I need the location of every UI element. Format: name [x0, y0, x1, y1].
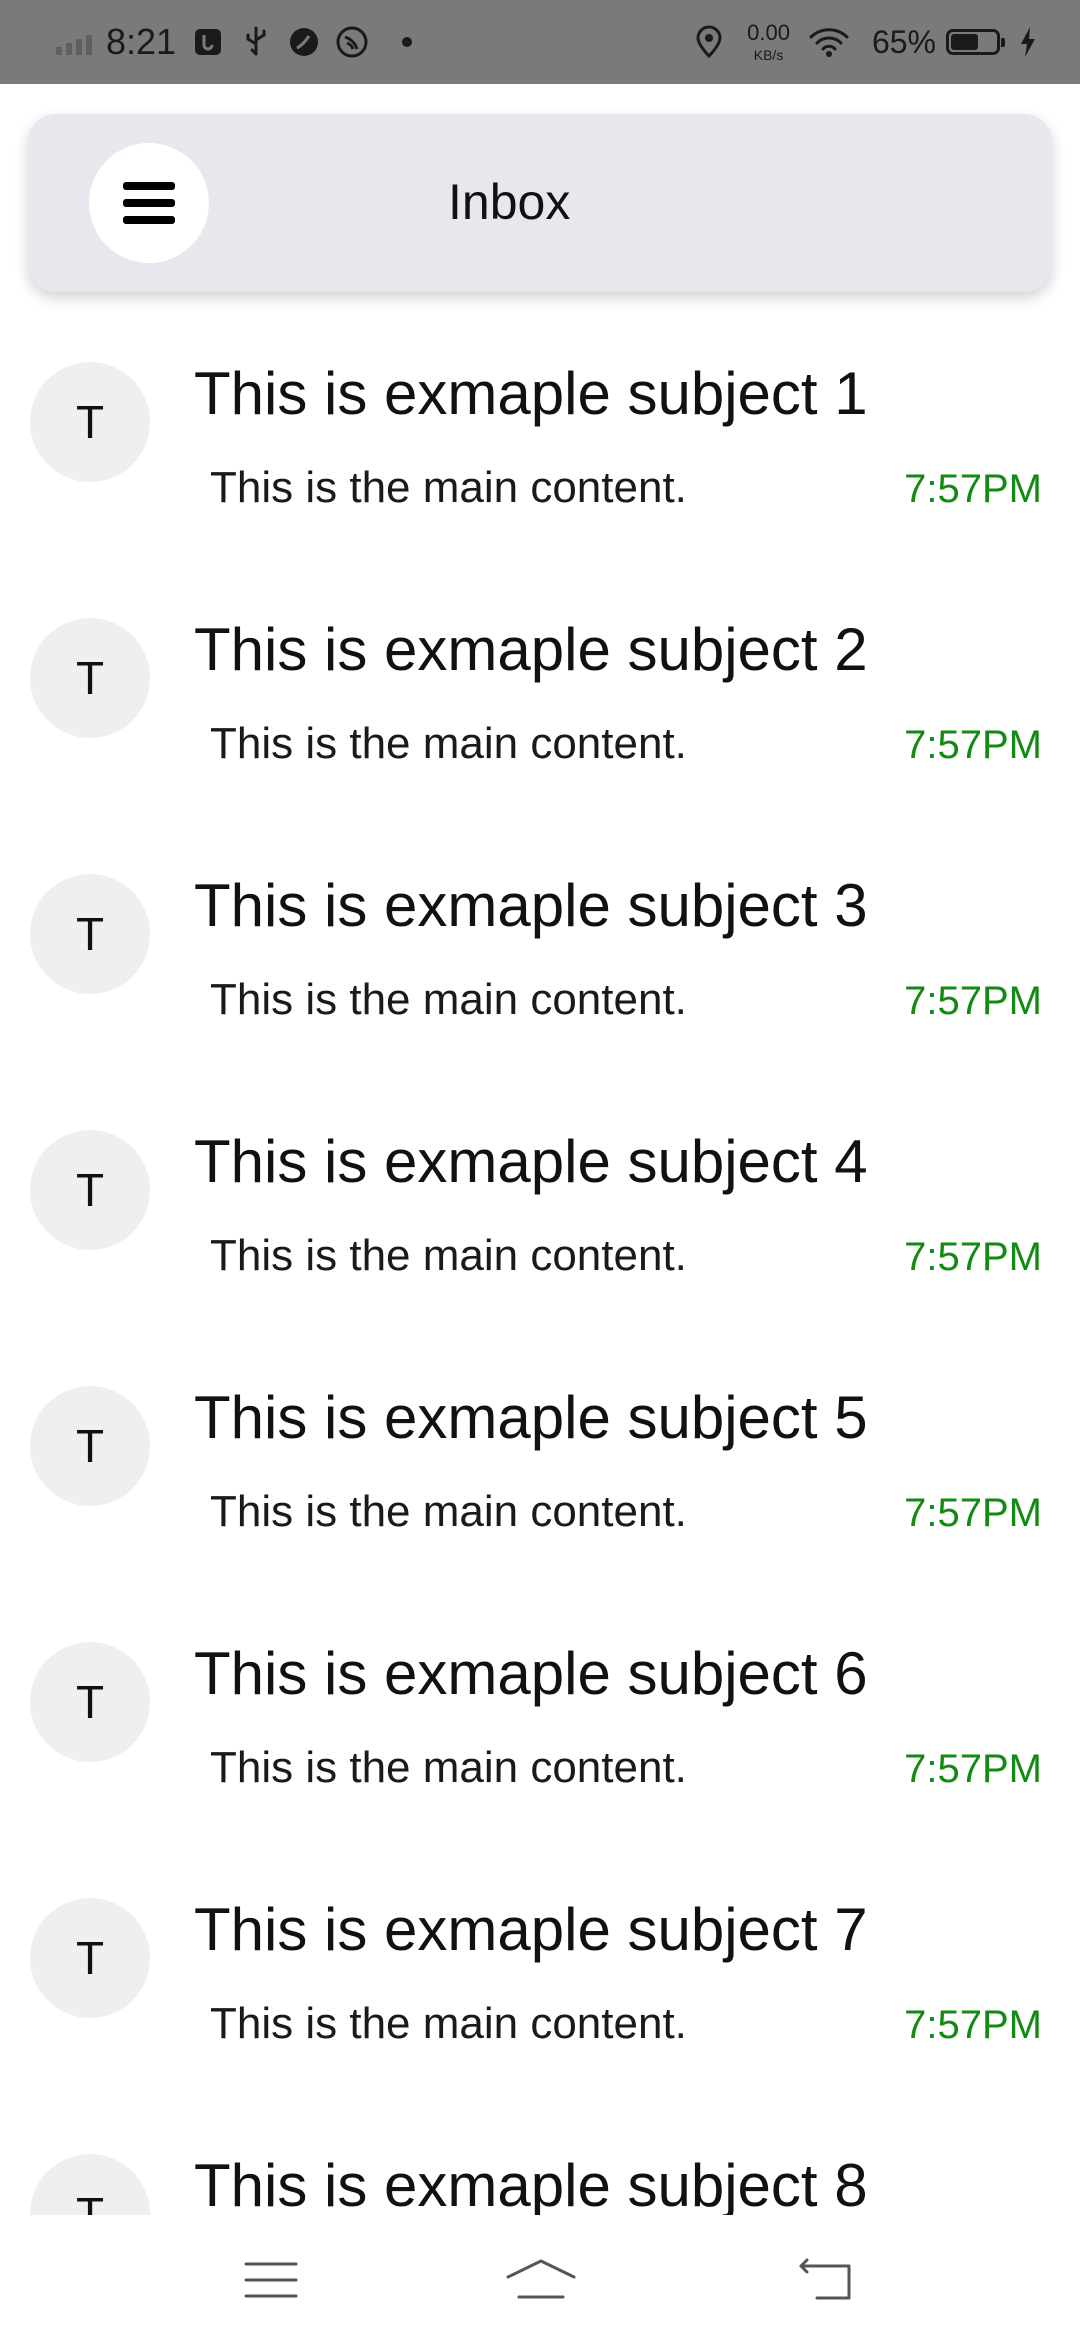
email-subject: This is exmaple subject 2 [194, 616, 868, 683]
sender-avatar: T [30, 1130, 150, 1250]
email-list-item[interactable]: T This is exmaple subject 2 This is the … [0, 596, 1080, 852]
email-time: 7:57PM [904, 1235, 1042, 1279]
location-icon [691, 24, 727, 60]
email-subject: This is exmaple subject 3 [194, 872, 868, 939]
back-button[interactable] [780, 2245, 870, 2315]
back-icon [799, 2258, 851, 2300]
email-time: 7:57PM [904, 2003, 1042, 2047]
email-list[interactable]: T This is exmaple subject 1 This is the … [0, 340, 1080, 2215]
signal-icon [56, 29, 92, 55]
sender-avatar: T [30, 618, 150, 738]
network-speed: 0.00 KB/s [747, 20, 790, 63]
email-subject: This is exmaple subject 4 [194, 1128, 868, 1195]
notification-dot [402, 37, 413, 47]
battery-icon [946, 29, 1005, 55]
email-preview: This is the main content. [210, 1487, 687, 1536]
status-bar: 8:21 0.00 KB/s 65% [0, 0, 1080, 84]
status-bar-left: 8:21 [56, 21, 413, 63]
battery-percent: 65% [871, 23, 936, 60]
email-preview: This is the main content. [210, 1743, 687, 1792]
menu-button[interactable] [89, 143, 209, 263]
email-subject: This is exmaple subject 1 [194, 360, 868, 427]
sender-avatar: T [30, 1642, 150, 1762]
email-preview: This is the main content. [210, 1231, 687, 1280]
battery-fill [951, 34, 979, 50]
email-subject: This is exmaple subject 7 [194, 1896, 868, 1963]
sender-avatar: T [30, 2154, 150, 2215]
email-time: 7:57PM [904, 1747, 1042, 1791]
email-list-item[interactable]: T This is exmaple subject 7 This is the … [0, 1876, 1080, 2132]
email-subject: This is exmaple subject 8 [194, 2152, 868, 2215]
network-speed-value: 0.00 [747, 20, 790, 45]
email-time: 7:57PM [904, 467, 1042, 511]
network-speed-unit: KB/s [753, 47, 784, 63]
status-time: 8:21 [106, 21, 177, 62]
email-time: 7:57PM [904, 979, 1042, 1023]
email-list-item[interactable]: T This is exmaple subject 3 This is the … [0, 852, 1080, 1108]
email-time: 7:57PM [904, 1491, 1042, 1535]
sender-avatar: T [30, 1386, 150, 1506]
usb-icon [238, 24, 274, 60]
screen: 8:21 0.00 KB/s 65% Inbox T This is exmap… [0, 0, 1080, 2340]
status-bar-right: 0.00 KB/s 65% [691, 22, 1038, 62]
email-list-item[interactable]: T This is exmaple subject 6 This is the … [0, 1620, 1080, 1876]
home-button[interactable] [496, 2245, 586, 2315]
app-bar: Inbox [28, 114, 1052, 292]
sender-avatar: T [30, 1898, 150, 2018]
email-list-item[interactable]: T This is exmaple subject 1 This is the … [0, 340, 1080, 596]
sender-avatar: T [30, 874, 150, 994]
recent-apps-icon [244, 2262, 298, 2298]
email-preview: This is the main content. [210, 975, 687, 1024]
email-list-item[interactable]: T This is exmaple subject 4 This is the … [0, 1108, 1080, 1364]
usb-debug-icon [190, 24, 226, 60]
sender-avatar: T [30, 362, 150, 482]
nfc-icon [334, 24, 370, 60]
app-icon [286, 24, 322, 60]
email-list-item[interactable]: T This is exmaple subject 8 [0, 2132, 1080, 2215]
wifi-icon [808, 24, 850, 60]
charging-icon [1018, 24, 1038, 60]
page-title: Inbox [448, 174, 571, 230]
system-nav-bar [0, 2215, 1080, 2340]
home-icon [506, 2259, 576, 2299]
email-time: 7:57PM [904, 723, 1042, 767]
email-preview: This is the main content. [210, 463, 687, 512]
email-preview: This is the main content. [210, 719, 687, 768]
hamburger-menu-icon [123, 182, 175, 224]
email-subject: This is exmaple subject 6 [194, 1640, 868, 1707]
email-preview: This is the main content. [210, 1999, 687, 2048]
email-subject: This is exmaple subject 5 [194, 1384, 868, 1451]
recent-apps-button[interactable] [226, 2245, 316, 2315]
email-list-item[interactable]: T This is exmaple subject 5 This is the … [0, 1364, 1080, 1620]
